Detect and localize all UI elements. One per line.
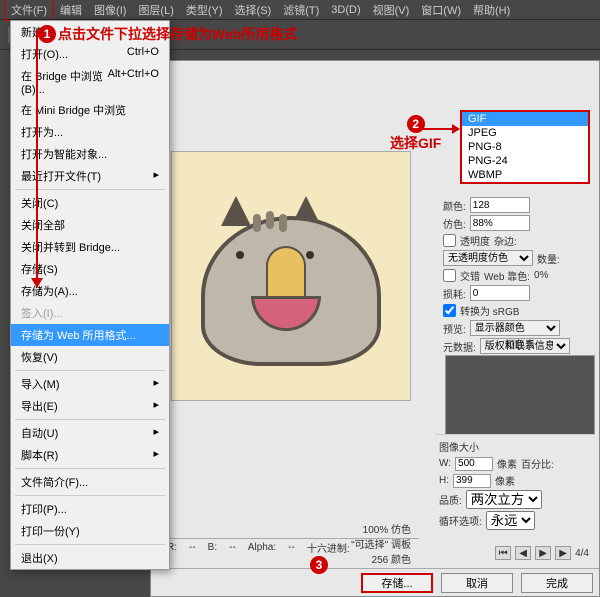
annotation-arrow-1: [36, 30, 38, 283]
menu-file[interactable]: 文件(F): [4, 0, 54, 21]
menu-edit[interactable]: 编辑: [54, 0, 88, 20]
loss-label: 损耗:: [443, 286, 466, 301]
readout-b: B:: [208, 542, 217, 553]
websnap-label: Web 靠色:: [484, 268, 530, 283]
frame-prev-button[interactable]: ◀: [515, 546, 531, 560]
image-size-title: 图像大小: [439, 439, 591, 454]
width-input[interactable]: [455, 457, 493, 471]
trans-label: 透明度: [460, 233, 490, 248]
info-dither: 100% 仿色: [171, 521, 411, 536]
menu-fileinfo[interactable]: 文件简介(F)...: [11, 471, 169, 493]
menu-auto[interactable]: 自动(U)▸: [11, 422, 169, 444]
file-menu-dropdown: 新建 打开(O)...Ctrl+O 在 Bridge 中浏览(B)...Alt+…: [10, 20, 170, 570]
misc-label: 杂边:: [494, 233, 517, 248]
height-input[interactable]: [453, 474, 491, 488]
cancel-button[interactable]: 取消: [441, 573, 513, 593]
menu-3d[interactable]: 3D(D): [325, 2, 366, 18]
menu-recent[interactable]: 最近打开文件(T)▸: [11, 165, 169, 187]
readout-hex: 十六进制:: [307, 540, 350, 555]
menu-opensmart[interactable]: 打开为智能对象...: [11, 143, 169, 165]
trans-dither-select[interactable]: 无透明度仿色: [443, 250, 533, 266]
loss-input[interactable]: [470, 285, 530, 301]
format-opt-png8[interactable]: PNG-8: [462, 140, 588, 154]
colors-input[interactable]: [470, 197, 530, 213]
menu-save[interactable]: 存储(S): [11, 258, 169, 280]
color-table-title: 颜色表: [445, 336, 595, 351]
loop-label: 循环选项:: [439, 513, 482, 528]
qty-label: 数量:: [537, 251, 560, 266]
menu-script[interactable]: 脚本(R)▸: [11, 444, 169, 466]
dither-label: 仿色:: [443, 216, 466, 231]
menu-exit[interactable]: 退出(X): [11, 547, 169, 569]
menu-minibridge[interactable]: 在 Mini Bridge 中浏览: [11, 99, 169, 121]
preview-label: 预览:: [443, 321, 466, 336]
menu-revert[interactable]: 恢复(V): [11, 346, 169, 368]
menu-type[interactable]: 类型(Y): [180, 0, 229, 20]
preview-select[interactable]: 显示器颜色: [470, 320, 560, 336]
preview-image: [191, 176, 391, 376]
frame-first-button[interactable]: ⏮: [495, 546, 511, 560]
menu-checkin: 签入(I)...: [11, 302, 169, 324]
height-label: H:: [439, 475, 449, 486]
color-readout: R:-- B:-- Alpha:-- 十六进制:--: [159, 538, 419, 556]
format-opt-gif[interactable]: GIF: [462, 112, 588, 126]
frame-nav: ⏮ ◀ ▶ ▶ 4/4: [495, 546, 589, 560]
menu-close[interactable]: 关闭(C): [11, 192, 169, 214]
trans-checkbox[interactable]: [443, 234, 456, 247]
preview-canvas: [171, 151, 411, 401]
width-label: W:: [439, 458, 451, 469]
menu-print[interactable]: 打印(P)...: [11, 498, 169, 520]
colors-label: 颜色:: [443, 198, 466, 213]
menu-select[interactable]: 选择(S): [229, 0, 278, 20]
quality-select[interactable]: 两次立方: [466, 490, 542, 509]
menu-closeall[interactable]: 关闭全部: [11, 214, 169, 236]
format-dropdown[interactable]: GIF JPEG PNG-8 PNG-24 WBMP: [460, 110, 590, 184]
interlace-label: 交错: [460, 268, 480, 283]
annotation-1: 1 点击文件下拉选择存储为Web所用格式: [38, 24, 297, 44]
menu-filter[interactable]: 滤镜(T): [277, 0, 325, 20]
done-button[interactable]: 完成: [521, 573, 593, 593]
menubar: 文件(F) 编辑 图像(I) 图层(L) 类型(Y) 选择(S) 滤镜(T) 3…: [0, 0, 600, 20]
interlace-checkbox[interactable]: [443, 269, 456, 282]
srgb-checkbox[interactable]: [443, 304, 456, 317]
quality-label: 品质:: [439, 492, 462, 507]
menu-closebridge[interactable]: 关闭并转到 Bridge...: [11, 236, 169, 258]
menu-open[interactable]: 打开(O)...Ctrl+O: [11, 43, 169, 65]
format-opt-wbmp[interactable]: WBMP: [462, 168, 588, 182]
annotation-arrowhead-1: [31, 278, 43, 288]
menu-openas[interactable]: 打开为...: [11, 121, 169, 143]
menu-browse-bridge[interactable]: 在 Bridge 中浏览(B)...Alt+Ctrl+O: [11, 65, 169, 99]
dialog-buttons: 存储... 取消 完成: [151, 568, 599, 596]
dither-input[interactable]: [470, 215, 530, 231]
annotation-2-text: 选择GIF: [390, 133, 441, 153]
format-opt-jpeg[interactable]: JPEG: [462, 126, 588, 140]
menu-layer[interactable]: 图层(L): [132, 0, 179, 20]
annotation-1-text: 点击文件下拉选择存储为Web所用格式: [58, 24, 297, 44]
frame-play-button[interactable]: ▶: [535, 546, 551, 560]
format-opt-png24[interactable]: PNG-24: [462, 154, 588, 168]
menu-window[interactable]: 窗口(W): [415, 0, 467, 20]
frame-next-button[interactable]: ▶: [555, 546, 571, 560]
menu-saveforweb[interactable]: 存储为 Web 所用格式...: [11, 324, 169, 346]
readout-alpha: Alpha:: [248, 542, 276, 553]
annotation-1-badge: 1: [38, 25, 56, 43]
menu-printone[interactable]: 打印一份(Y): [11, 520, 169, 542]
menu-image[interactable]: 图像(I): [88, 0, 132, 20]
menu-import[interactable]: 导入(M)▸: [11, 373, 169, 395]
menu-view[interactable]: 视图(V): [367, 0, 416, 20]
menu-export[interactable]: 导出(E)▸: [11, 395, 169, 417]
frame-counter: 4/4: [575, 548, 589, 559]
websnap-val: 0%: [534, 270, 548, 281]
annotation-2-badge: 2: [407, 115, 425, 133]
srgb-label: 转换为 sRGB: [460, 303, 519, 318]
annotation-2: 2 选择GIF: [390, 115, 441, 153]
save-button[interactable]: 存储...: [361, 573, 433, 593]
loop-select[interactable]: 永远: [486, 511, 535, 530]
image-size-panel: 图像大小 W:像素百分比: H:像素 品质:两次立方 循环选项:永远: [435, 434, 595, 536]
annotation-3-badge: 3: [310, 556, 328, 574]
pct-label: 百分比:: [521, 456, 554, 471]
menu-help[interactable]: 帮助(H): [467, 0, 516, 20]
